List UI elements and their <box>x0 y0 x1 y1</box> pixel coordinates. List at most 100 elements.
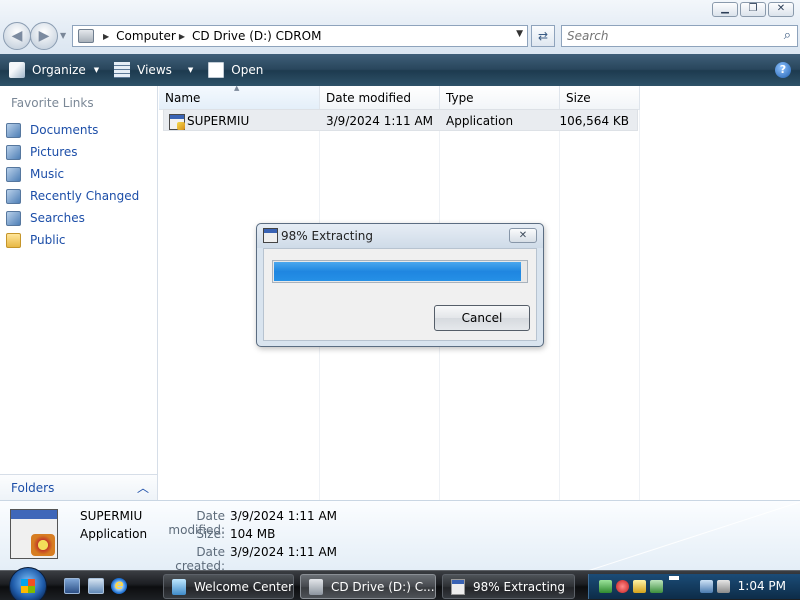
taskbar-button-welcome-center[interactable]: Welcome Center <box>163 574 294 599</box>
computer-icon <box>78 29 94 43</box>
column-divider <box>639 110 640 500</box>
cancel-button[interactable]: Cancel <box>434 305 530 331</box>
close-button[interactable]: ✕ <box>768 2 794 17</box>
sidebar-item-label: Documents <box>30 123 99 137</box>
details-pane: SUPERMIU Application Date modified: 3/9/… <box>0 500 800 570</box>
help-icon[interactable]: ? <box>775 62 791 78</box>
taskbar-button-cd-drive[interactable]: CD Drive (D:) C... <box>300 574 436 599</box>
organize-label: Organize <box>32 63 86 77</box>
details-value-date-created: 3/9/2024 1:11 AM <box>230 545 338 559</box>
views-label: Views <box>137 63 172 77</box>
views-icon <box>114 62 131 78</box>
show-desktop-icon[interactable] <box>64 578 80 594</box>
window-controls: ▁ ❐ ✕ <box>712 2 794 17</box>
application-icon <box>451 578 465 595</box>
dialog-close-button[interactable]: ✕ <box>509 228 537 243</box>
file-name: SUPERMIU <box>187 114 250 128</box>
navigation-pane: Favorite Links Documents Pictures Music … <box>0 86 158 542</box>
security-alert-icon[interactable] <box>616 580 629 593</box>
notification-area: 1:04 PM <box>588 574 800 599</box>
window-titlebar: ▁ ❐ ✕ ◀ ▶ ▼ ▶ Computer ▶ CD Drive (D:) C… <box>0 0 800 54</box>
taskbar-button-extracting[interactable]: 98% Extracting <box>442 574 575 599</box>
search-icon[interactable]: ⌕ <box>784 28 791 43</box>
sidebar-item-searches[interactable]: Searches <box>6 207 139 229</box>
column-header-size[interactable]: Size <box>560 86 640 110</box>
folders-toggle[interactable]: Folders ︿ <box>0 474 157 500</box>
column-header-date-modified[interactable]: Date modified <box>320 86 440 110</box>
breadcrumb-computer[interactable]: Computer <box>116 29 176 43</box>
command-bar: Organize ▼ Views ▼ Open ? <box>0 54 800 86</box>
update-icon[interactable] <box>650 580 663 593</box>
searches-icon <box>6 210 21 226</box>
folders-label: Folders <box>11 480 55 495</box>
details-file-name: SUPERMIU <box>80 509 143 523</box>
minimize-button[interactable]: ▁ <box>712 2 738 17</box>
file-row-supermiu[interactable]: SUPERMIU 3/9/2024 1:11 AM Application 10… <box>163 109 638 131</box>
sidebar-item-label: Searches <box>30 211 85 225</box>
application-icon <box>10 509 58 559</box>
column-header-name[interactable]: ▲ Name <box>159 84 320 110</box>
pictures-icon <box>6 144 21 160</box>
breadcrumb-cd-drive[interactable]: CD Drive (D:) CDROM <box>192 29 321 43</box>
breadcrumb-separator-icon[interactable]: ▶ <box>103 32 109 41</box>
application-icon <box>263 228 278 243</box>
sidebar-item-label: Pictures <box>30 145 78 159</box>
network-icon[interactable] <box>700 580 713 593</box>
organize-icon <box>9 62 25 78</box>
sort-ascending-icon: ▲ <box>234 84 240 92</box>
cd-drive-icon <box>309 578 323 595</box>
details-value-size: 104 MB <box>230 527 276 541</box>
start-button[interactable] <box>9 567 47 600</box>
taskbar-button-label: Welcome Center <box>194 579 294 594</box>
sidebar-item-label: Recently Changed <box>30 189 140 203</box>
address-bar[interactable]: ▶ Computer ▶ CD Drive (D:) CDROM ▼ <box>72 25 528 47</box>
volume-muted-icon[interactable] <box>717 580 730 593</box>
maximize-button[interactable]: ❐ <box>740 2 766 17</box>
taskbar: e Welcome Center CD Drive (D:) C... 98% … <box>0 567 800 600</box>
open-button[interactable]: Open <box>202 58 269 82</box>
sidebar-item-public[interactable]: Public <box>6 229 139 251</box>
tray-overflow-icon[interactable] <box>669 576 679 580</box>
organize-button[interactable]: Organize ▼ <box>3 58 105 82</box>
column-header-type[interactable]: Type <box>440 86 560 110</box>
views-button[interactable]: Views ▼ <box>108 58 199 82</box>
column-divider <box>559 110 560 500</box>
sidebar-item-music[interactable]: Music <box>6 163 139 185</box>
extracting-dialog: 98% Extracting ✕ Cancel <box>256 223 544 347</box>
chevron-down-icon[interactable]: ▼ <box>188 66 193 74</box>
sidebar-item-documents[interactable]: Documents <box>6 119 139 141</box>
dialog-title: 98% Extracting <box>281 229 374 243</box>
details-file-type: Application <box>80 527 148 541</box>
details-label-date-created: Date created: <box>175 545 225 570</box>
sidebar-item-recently-changed[interactable]: Recently Changed <box>6 185 139 207</box>
clock[interactable]: 1:04 PM <box>738 579 786 593</box>
search-input[interactable] <box>567 27 775 45</box>
chevron-up-icon: ︿ <box>136 481 149 495</box>
sidebar-item-pictures[interactable]: Pictures <box>6 141 139 163</box>
file-size: 106,564 KB <box>559 114 629 128</box>
refresh-button[interactable]: ⇄ <box>531 25 555 47</box>
music-icon <box>6 166 21 182</box>
internet-explorer-icon[interactable]: e <box>111 578 127 594</box>
switch-windows-icon[interactable] <box>88 578 104 594</box>
breadcrumb-separator-icon[interactable]: ▶ <box>179 32 185 41</box>
welcome-center-icon <box>172 578 186 595</box>
details-label-size: Size: <box>196 527 225 541</box>
address-dropdown-icon[interactable]: ▼ <box>516 29 523 39</box>
windows-defender-icon[interactable] <box>633 580 646 593</box>
dialog-body: Cancel <box>263 248 537 341</box>
recent-pages-dropdown-icon[interactable]: ▼ <box>60 31 66 40</box>
details-value-date-modified: 3/9/2024 1:11 AM <box>230 509 338 523</box>
dialog-titlebar[interactable]: 98% Extracting ✕ <box>257 224 543 248</box>
extraction-progress-bar <box>272 260 528 283</box>
recently-changed-icon <box>6 188 21 204</box>
network-status-icon[interactable] <box>599 580 612 593</box>
search-box[interactable]: ⌕ <box>561 25 798 47</box>
taskbar-button-label: 98% Extracting <box>473 579 566 594</box>
back-button[interactable]: ◀ <box>3 22 31 50</box>
progress-bar-fill <box>274 262 521 281</box>
forward-button[interactable]: ▶ <box>30 22 58 50</box>
documents-icon <box>6 122 21 138</box>
folder-icon <box>6 232 21 248</box>
open-icon <box>208 62 225 78</box>
